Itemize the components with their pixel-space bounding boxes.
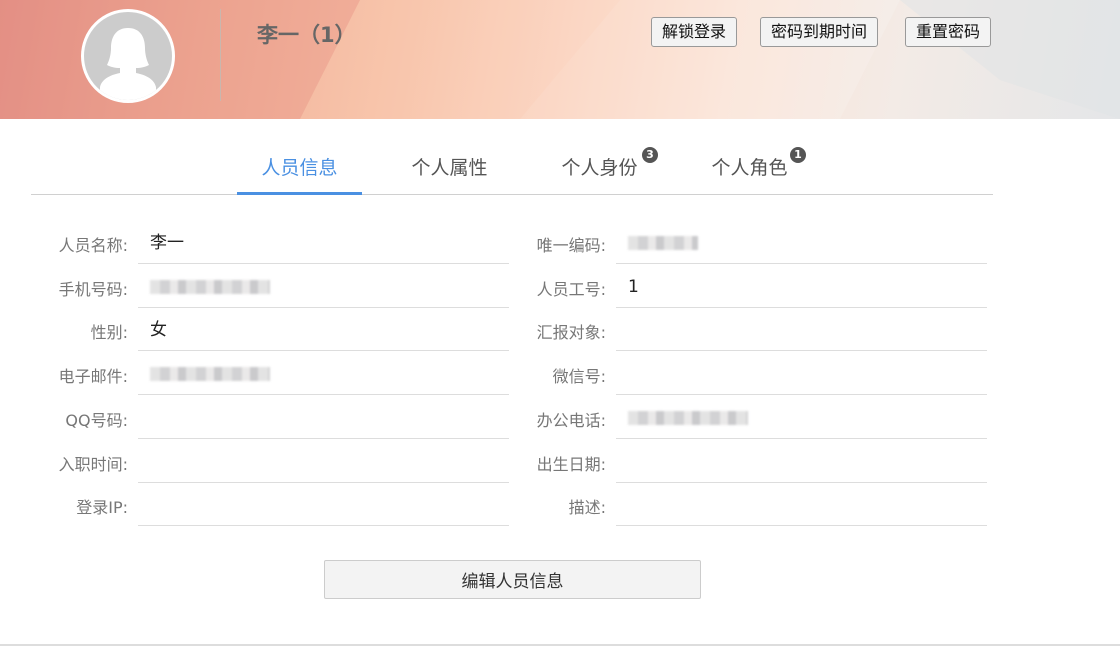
avatar <box>81 9 175 103</box>
field-label: 人员名称: <box>58 236 128 255</box>
field-value <box>138 268 509 308</box>
count-badge: 3 <box>642 147 658 163</box>
field-label: 办公电话: <box>536 410 606 430</box>
field-value-text: 女 <box>150 320 167 341</box>
edit-person-info-button[interactable]: 编辑人员信息 <box>324 560 701 599</box>
redacted-value <box>628 236 698 250</box>
field-label: 手机号码: <box>58 279 128 299</box>
tab-bar: 人员信息 个人属性 个人身份 3 个人角色 1 <box>31 145 993 195</box>
field-value <box>138 399 509 439</box>
field-label: 出生日期: <box>536 454 606 474</box>
field-label: 描述: <box>568 498 606 518</box>
field-label: 入职时间: <box>58 454 128 474</box>
tab-label: 个人身份 <box>561 157 638 179</box>
tab-label: 个人属性 <box>411 157 488 179</box>
female-silhouette-icon <box>100 28 156 100</box>
tab-label: 人员信息 <box>261 157 338 179</box>
field-value: 女 <box>138 311 509 352</box>
field-label: 性别: <box>90 323 128 343</box>
user-name: 李一（1） <box>257 23 356 47</box>
field-label: 人员工号: <box>536 279 606 299</box>
divider <box>220 9 221 101</box>
field-value: 1 <box>616 268 987 308</box>
field-value <box>138 443 509 483</box>
unlock-login-button[interactable]: 解锁登录 <box>651 17 738 47</box>
field-value <box>616 311 987 352</box>
password-expiry-button[interactable]: 密码到期时间 <box>760 17 879 47</box>
field-value <box>138 486 509 527</box>
count-badge: 1 <box>790 147 806 163</box>
field-value-text: 李一 <box>150 233 184 253</box>
field-value: 李一 <box>138 224 509 264</box>
redacted-value <box>150 279 270 294</box>
field-label: 汇报对象: <box>536 323 606 343</box>
bottom-divider <box>0 644 1120 646</box>
tab-personal-roles[interactable]: 个人角色 1 <box>687 145 812 195</box>
profile-banner: 李一（1） 解锁登录 密码到期时间 重置密码 <box>0 0 1120 119</box>
field-label: 登录IP: <box>76 498 128 518</box>
field-label: 电子邮件: <box>58 367 128 387</box>
tab-personal-identity[interactable]: 个人身份 3 <box>537 145 662 195</box>
reset-password-button[interactable]: 重置密码 <box>905 17 992 47</box>
field-value <box>616 355 987 396</box>
redacted-value <box>628 410 748 425</box>
tab-personal-attributes[interactable]: 个人属性 <box>387 145 512 195</box>
field-value-text: 1 <box>628 276 639 297</box>
field-label: QQ号码: <box>65 410 128 430</box>
field-value <box>616 399 987 439</box>
tab-label: 个人角色 <box>711 157 788 179</box>
tab-person-info[interactable]: 人员信息 <box>237 145 362 195</box>
field-value <box>616 486 987 527</box>
field-label: 唯一编码: <box>536 236 606 255</box>
field-value <box>616 224 987 264</box>
field-label: 微信号: <box>552 367 606 387</box>
field-value <box>616 443 987 483</box>
field-value <box>138 355 509 396</box>
redacted-value <box>150 367 270 382</box>
